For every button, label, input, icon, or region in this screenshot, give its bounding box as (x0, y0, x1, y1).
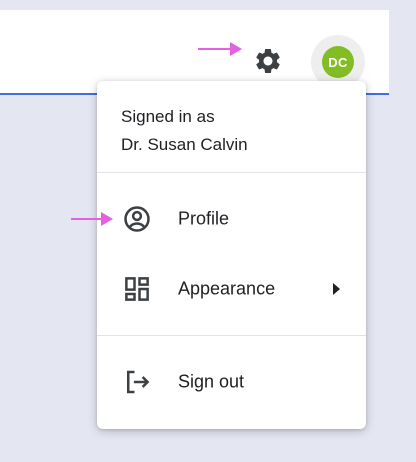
user-name: Dr. Susan Calvin (121, 135, 248, 154)
menu-item-label: Profile (178, 208, 230, 229)
annotation-arrow-profile (71, 212, 113, 226)
menu-item-appearance[interactable]: Appearance (97, 259, 366, 319)
annotation-arrow-settings (198, 42, 242, 56)
menu-item-label: Sign out (178, 371, 245, 392)
gear-icon (256, 48, 280, 73)
dashboard-icon (121, 273, 153, 305)
account-circle-icon (121, 203, 153, 235)
menu-item-profile[interactable]: Profile (97, 189, 366, 249)
signed-in-info: Signed in as Dr. Susan Calvin (121, 103, 248, 159)
menu-divider (97, 335, 366, 336)
submenu-caret-icon (333, 283, 340, 295)
signed-in-label: Signed in as (121, 107, 215, 126)
page: DC Signed in as Dr. Susan Calvin Profile (0, 0, 416, 462)
menu-item-sign-out[interactable]: Sign out (97, 352, 366, 412)
account-menu: Signed in as Dr. Susan Calvin Profile Ap… (97, 81, 366, 429)
logout-icon (121, 366, 153, 398)
settings-button[interactable] (250, 43, 286, 79)
menu-divider (97, 172, 366, 173)
avatar: DC (322, 46, 354, 78)
menu-item-label: Appearance (178, 278, 276, 299)
